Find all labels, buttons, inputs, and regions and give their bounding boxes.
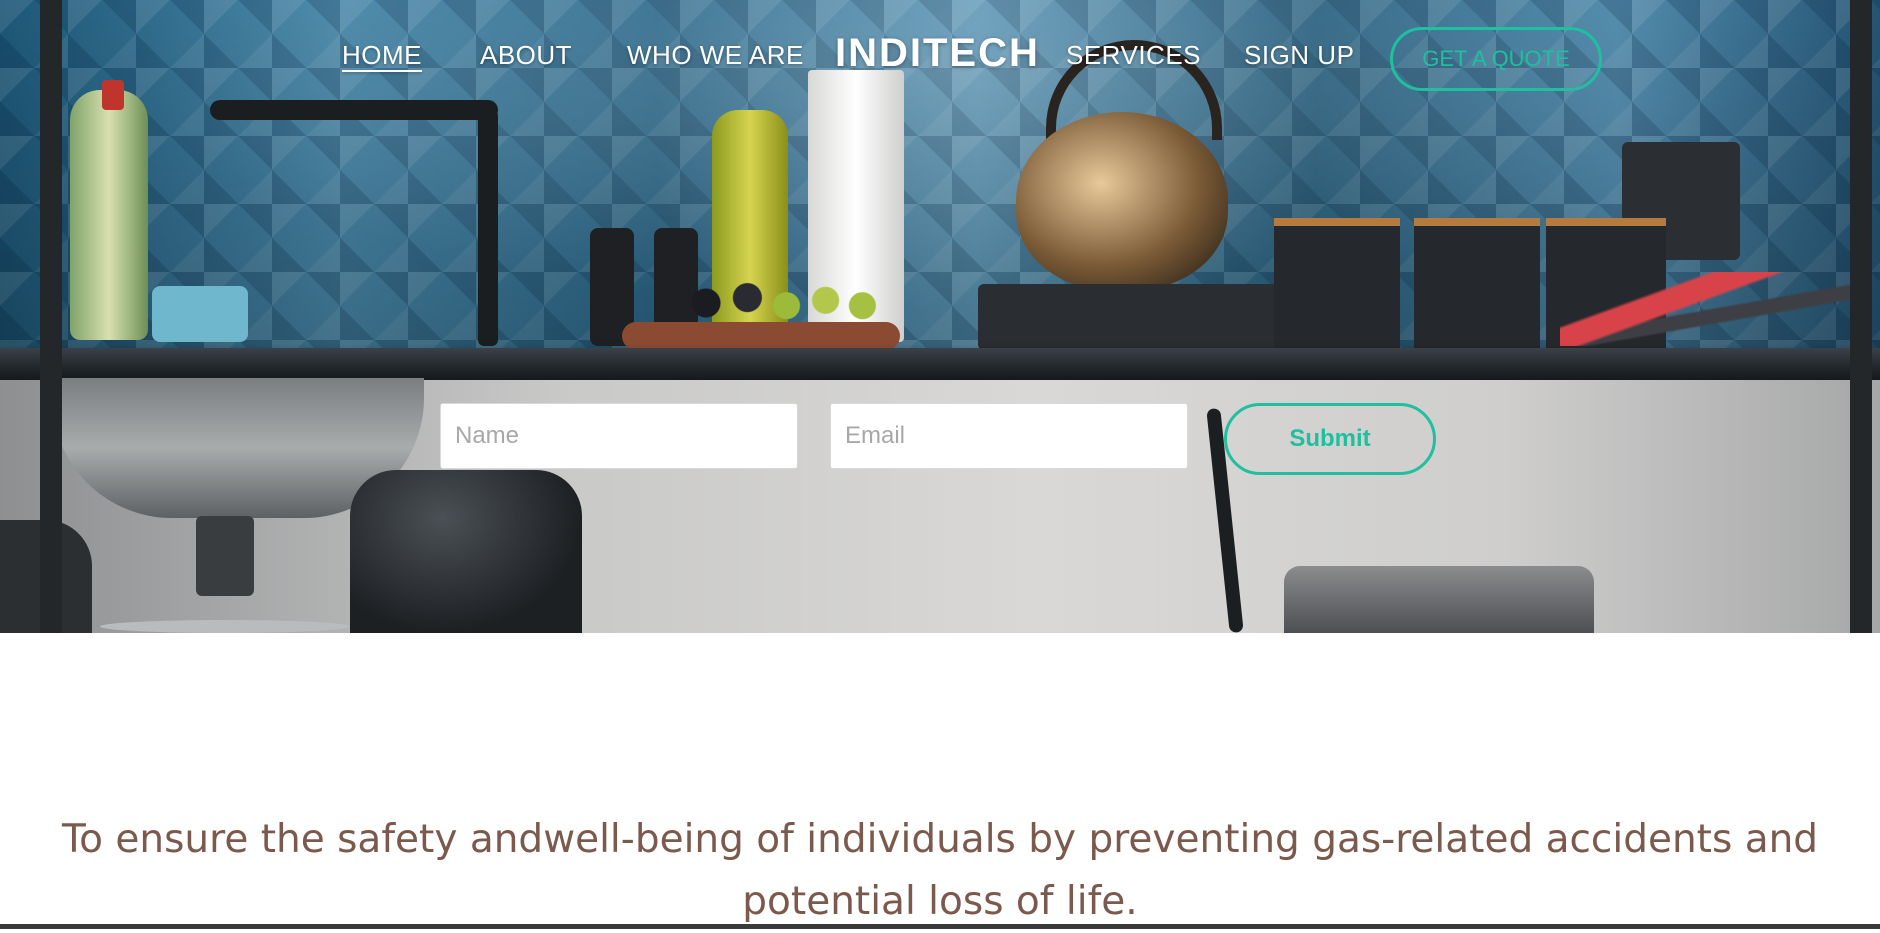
faucet-body [478,110,498,346]
nav-link-about[interactable]: ABOUT [480,40,572,71]
email-input[interactable] [830,403,1188,469]
get-a-quote-button[interactable]: GET A QUOTE [1390,27,1602,91]
metal-tray [1284,566,1594,633]
nav-link-sign-up[interactable]: SIGN UP [1244,40,1354,71]
sponge [152,286,248,342]
dish [100,620,350,633]
bottle-cap [102,80,124,110]
nav-link-services[interactable]: SERVICES [1066,40,1201,71]
gas-cylinder [350,470,582,633]
name-input[interactable] [440,403,798,469]
kettle [1016,112,1228,290]
site-logo[interactable]: INDITECH [835,31,1040,76]
storage-jar [1414,218,1540,356]
shelf-post-right [1850,0,1872,633]
sink-drain [196,516,254,596]
bottom-bar [0,924,1880,929]
grapes [660,276,890,330]
counter-shelf [0,348,1880,380]
submit-button[interactable]: Submit [1224,403,1436,475]
storage-jar [1274,218,1400,356]
shelf-post-left [40,0,62,633]
clamp-tools [1560,272,1850,346]
gas-stove [978,284,1318,350]
nav-link-home[interactable]: HOME [342,40,422,71]
mission-statement: To ensure the safety andwell-being of in… [61,817,1819,924]
hero-section: HOME ABOUT WHO WE ARE INDITECH SERVICES … [0,0,1880,633]
faucet-spout [210,100,498,120]
dish-soap-bottle [70,90,148,340]
nav-link-who-we-are[interactable]: WHO WE ARE [627,40,804,71]
